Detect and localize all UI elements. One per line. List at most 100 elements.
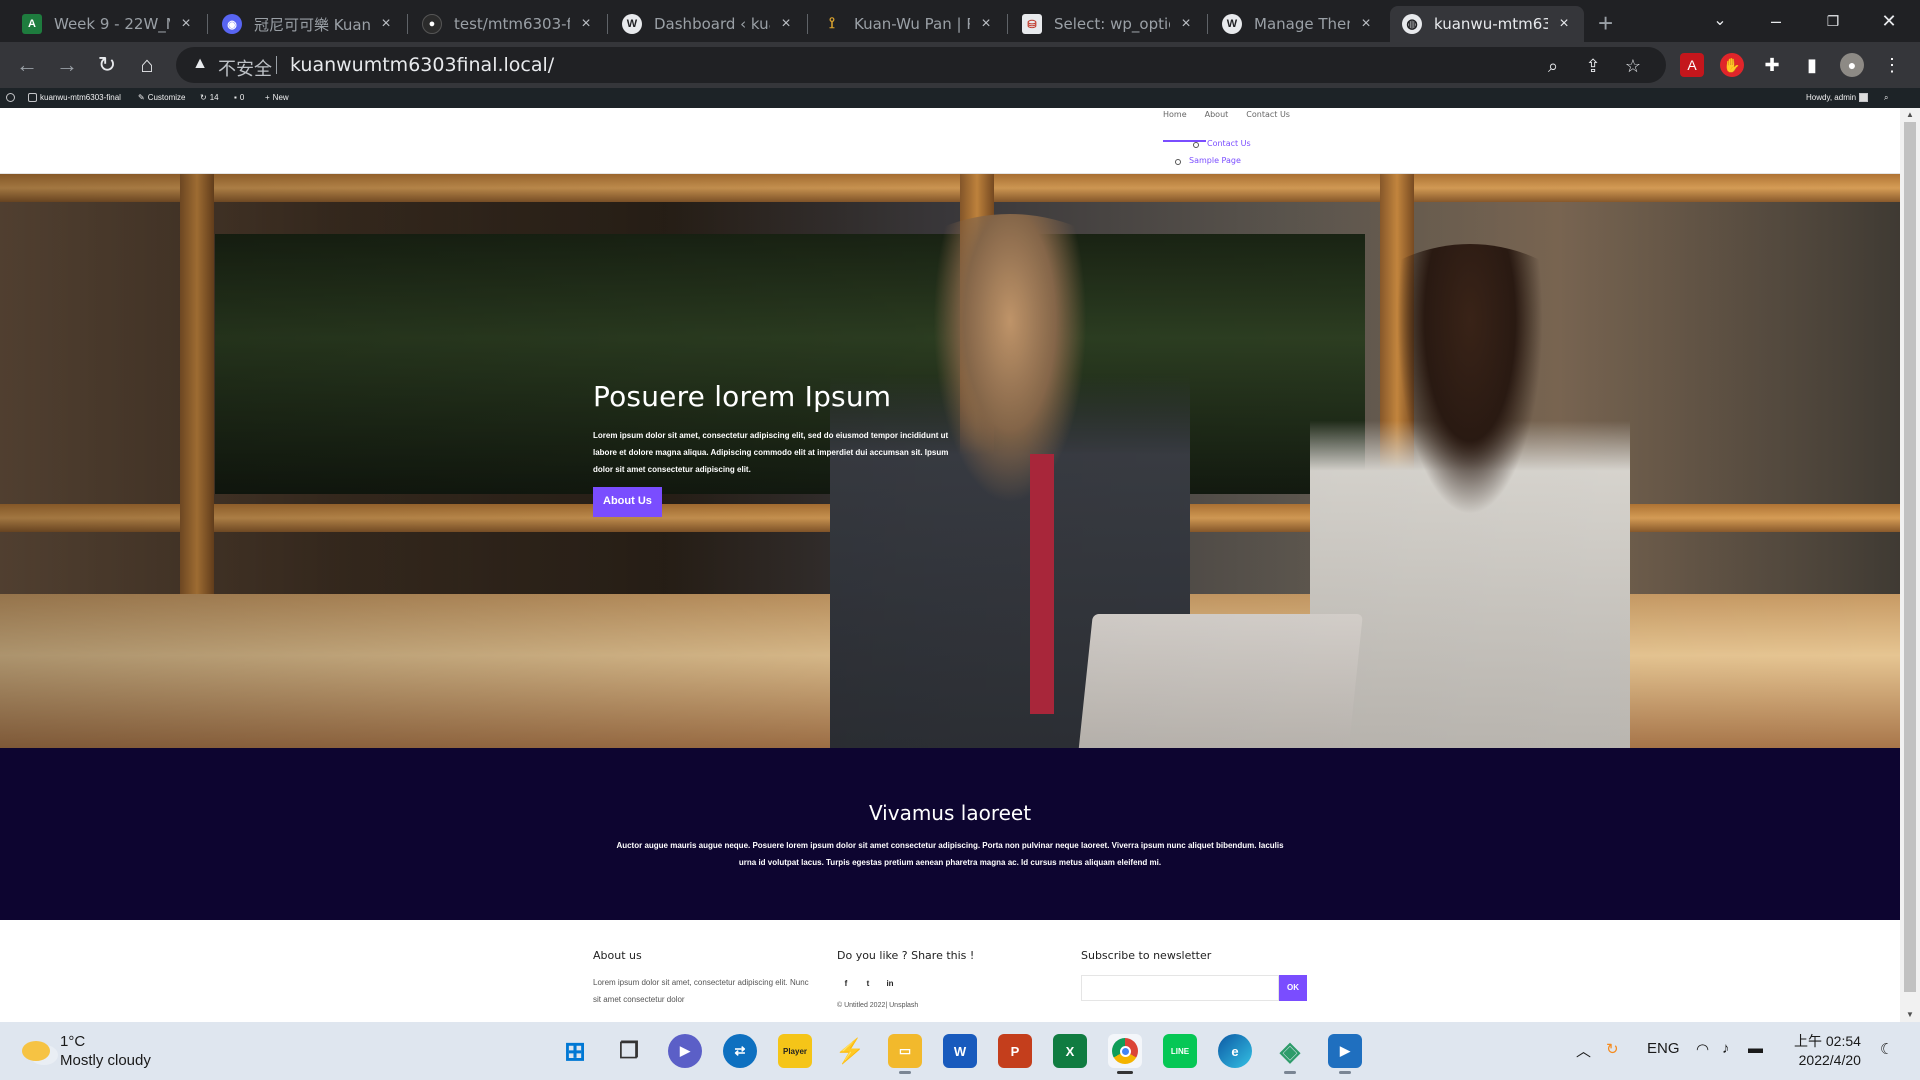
app-red-icon[interactable]: ⚡ (833, 1034, 867, 1068)
share-icon[interactable]: ⇪ (1582, 55, 1604, 77)
submenu: Contact Us Sample Page (1175, 139, 1251, 173)
social-links: f t in (837, 975, 974, 993)
zoom-icon[interactable]: ⌕ (1542, 55, 1564, 77)
page-scrollbar[interactable]: ▲ ▼ (1900, 108, 1920, 1022)
new-tab-button[interactable]: + (1598, 8, 1613, 39)
volume-icon[interactable]: ♪ (1722, 1040, 1730, 1057)
close-icon[interactable]: × (578, 15, 594, 33)
tab-week9[interactable]: A Week 9 - 22W_M × (10, 6, 206, 42)
newsletter-title: Subscribe to newsletter (1081, 949, 1212, 962)
side-panel-icon[interactable]: ▮ (1800, 53, 1824, 77)
close-icon[interactable]: × (1358, 15, 1374, 33)
tab-portfolio[interactable]: ⟟ Kuan-Wu Pan | P × (810, 6, 1006, 42)
close-icon[interactable]: × (778, 15, 794, 33)
edge-icon[interactable]: e (1218, 1034, 1252, 1068)
nav-item-about[interactable]: About (1205, 108, 1229, 119)
battery-icon[interactable]: ▬ (1748, 1040, 1763, 1057)
powerpoint-icon[interactable]: P (998, 1034, 1032, 1068)
admin-bar-updates[interactable]: ↻ 14 (200, 93, 219, 102)
admin-bar-new[interactable]: + New (265, 93, 289, 102)
task-view-icon[interactable]: ❐ (612, 1034, 646, 1068)
home-button[interactable]: ⌂ (132, 50, 162, 80)
address-bar[interactable]: ▲ 不安全 kuanwumtm6303final.local/ ⌕ ⇪ ☆ (176, 47, 1666, 83)
wifi-icon[interactable]: ◠ (1696, 1040, 1709, 1058)
app-green-icon[interactable]: ◈ (1273, 1034, 1307, 1074)
weather-temp: 1°C (60, 1033, 86, 1050)
tab-adminer[interactable]: ⛁ Select: wp_optio × (1010, 6, 1206, 42)
media-player-icon[interactable]: ▶ (1328, 1034, 1362, 1074)
running-indicator (1284, 1071, 1296, 1074)
admin-bar-comments-count: 0 (239, 93, 245, 102)
close-icon[interactable]: × (178, 15, 194, 33)
language-indicator[interactable]: ENG (1647, 1040, 1680, 1057)
about-us-button[interactable]: About Us (593, 487, 662, 517)
forward-button[interactable]: → (52, 50, 82, 80)
footer-about-title: About us (593, 949, 642, 962)
admin-bar-updates-count: 14 (209, 93, 219, 102)
word-icon[interactable]: W (943, 1034, 977, 1068)
hero-content: Posuere lorem Ipsum Lorem ipsum dolor si… (593, 380, 953, 517)
tab-manage-themes[interactable]: W Manage Themes × (1210, 6, 1386, 42)
tab-search-icon[interactable]: ⌄ (1697, 6, 1743, 36)
close-icon[interactable]: × (1178, 15, 1194, 33)
nav-item-contact[interactable]: Contact Us (1246, 108, 1290, 119)
teams-chat-icon[interactable]: ▶ (668, 1034, 702, 1068)
admin-bar-customize[interactable]: ✎ Customize (138, 93, 186, 102)
bookmark-star-icon[interactable]: ☆ (1622, 55, 1644, 77)
copyright: © Untitled 2022| Unsplash (837, 1002, 919, 1009)
menu-icon[interactable]: ⋮ (1880, 53, 1904, 77)
avatar[interactable]: ● (1840, 53, 1864, 77)
tab-github[interactable]: ● test/mtm6303-f × (410, 6, 606, 42)
scroll-down-arrow-icon[interactable]: ▼ (1900, 1008, 1920, 1022)
extensions-icon[interactable]: ✚ (1760, 53, 1784, 77)
twitter-icon[interactable]: t (859, 975, 877, 993)
wordpress-logo-icon[interactable] (6, 93, 15, 102)
admin-bar-account[interactable]: Howdy, admin (1806, 93, 1869, 102)
warning-icon[interactable]: ▲ (190, 55, 210, 75)
running-indicator (1339, 1071, 1351, 1074)
close-icon[interactable]: × (378, 15, 394, 33)
sync-icon[interactable]: ↻ (1606, 1040, 1619, 1058)
newsletter-submit-button[interactable]: OK (1279, 975, 1307, 1001)
facebook-icon[interactable]: f (837, 975, 855, 993)
clock[interactable]: 上午 02:54 2022/4/20 (1794, 1032, 1861, 1070)
reload-button[interactable]: ↻ (92, 50, 122, 80)
admin-bar-site[interactable]: kuanwu-mtm6303-final (28, 93, 121, 102)
player-icon[interactable]: Player (778, 1034, 812, 1068)
tab-discord[interactable]: ◉ 冠尼可可樂 Kuan × (210, 6, 406, 42)
scroll-up-arrow-icon[interactable]: ▲ (1900, 108, 1920, 122)
close-icon[interactable]: × (978, 15, 994, 33)
notifications-icon[interactable]: ☾ (1880, 1040, 1893, 1058)
acrobat-icon[interactable]: A (1680, 53, 1704, 77)
close-icon[interactable]: × (1556, 15, 1572, 33)
tab-dashboard[interactable]: W Dashboard ‹ kua × (610, 6, 806, 42)
close-window-button[interactable]: ✕ (1866, 6, 1912, 36)
weather-widget[interactable]: 1°C Mostly cloudy (22, 1032, 151, 1070)
file-explorer-icon[interactable]: ▭ (888, 1034, 922, 1074)
adblock-icon[interactable]: ✋ (1720, 53, 1744, 77)
pin-icon: ⟟ (829, 15, 835, 32)
security-label[interactable]: 不安全 (218, 55, 272, 81)
linkedin-icon[interactable]: in (881, 975, 899, 993)
minimize-button[interactable]: – (1753, 6, 1799, 36)
excel-icon[interactable]: X (1053, 1034, 1087, 1068)
nav-item-home[interactable]: Home (1163, 108, 1187, 119)
chevron-up-icon[interactable]: ︿ (1576, 1040, 1591, 1061)
submenu-item-sample-page[interactable]: Sample Page (1175, 156, 1251, 173)
tab-active-site[interactable]: ◍ kuanwu-mtm630 × (1390, 6, 1584, 42)
url-text[interactable]: kuanwumtm6303final.local/ (290, 54, 554, 76)
footer-share: Do you like ? Share this ! f t in © Unti… (837, 949, 974, 1009)
browser-toolbar: ← → ↻ ⌂ ▲ 不安全 kuanwumtm6303final.local/ … (0, 42, 1920, 88)
line-icon[interactable]: LINE (1163, 1034, 1197, 1068)
start-icon[interactable]: ⊞ (558, 1034, 592, 1068)
chrome-icon[interactable] (1108, 1034, 1142, 1074)
globe-icon: ◍ (1402, 14, 1422, 34)
search-icon[interactable]: ⌕ (1884, 93, 1888, 103)
teamviewer-icon[interactable]: ⇄ (723, 1034, 757, 1068)
scrollbar-thumb[interactable] (1904, 122, 1916, 992)
restore-button[interactable]: ❐ (1810, 6, 1856, 36)
back-button[interactable]: ← (12, 50, 42, 80)
newsletter-email-input[interactable] (1081, 975, 1279, 1001)
submenu-item-contact[interactable]: Contact Us (1175, 139, 1251, 156)
admin-bar-comments[interactable]: ▪ 0 (234, 93, 244, 102)
